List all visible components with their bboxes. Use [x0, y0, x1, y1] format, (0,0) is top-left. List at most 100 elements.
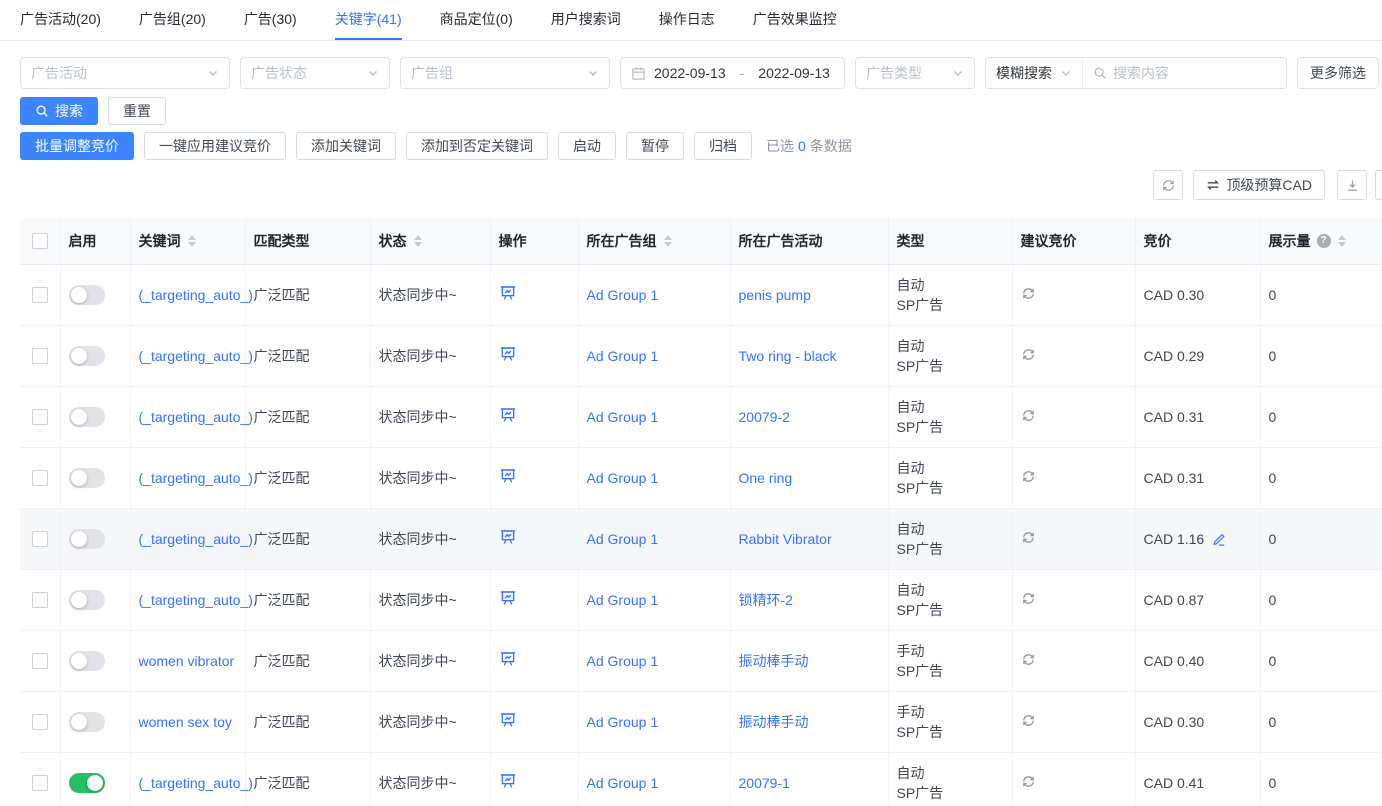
chart-board-icon[interactable]	[499, 711, 517, 729]
campaign-link[interactable]: Rabbit Vibrator	[739, 531, 832, 547]
top-budget-button[interactable]: 顶级预算CAD	[1193, 170, 1325, 200]
ad-status-select[interactable]: 广告状态	[240, 57, 390, 89]
keyword-link[interactable]: (_targeting_auto_)	[139, 592, 253, 608]
fetch-suggested-bid-icon[interactable]	[1021, 713, 1036, 728]
row-checkbox[interactable]	[32, 348, 48, 364]
chart-board-icon[interactable]	[499, 528, 517, 546]
keyword-link[interactable]: (_targeting_auto_)	[139, 531, 253, 547]
enable-toggle[interactable]	[69, 468, 105, 488]
ad-group-link[interactable]: Ad Group 1	[587, 531, 659, 547]
sort-icon[interactable]	[664, 235, 672, 247]
pause-button[interactable]: 暂停	[626, 132, 684, 160]
ad-group-link[interactable]: Ad Group 1	[587, 714, 659, 730]
fetch-suggested-bid-icon[interactable]	[1021, 286, 1036, 301]
chart-board-icon[interactable]	[499, 345, 517, 363]
row-checkbox[interactable]	[32, 409, 48, 425]
ad-group-link[interactable]: Ad Group 1	[587, 348, 659, 364]
add-negative-keywords-button[interactable]: 添加到否定关键词	[406, 132, 548, 160]
edit-bid-icon[interactable]	[1212, 532, 1226, 546]
tab-ad-performance[interactable]: 广告效果监控	[753, 0, 837, 40]
archive-button[interactable]: 归档	[694, 132, 752, 160]
row-checkbox[interactable]	[32, 653, 48, 669]
search-button[interactable]: 搜索	[20, 97, 98, 125]
date-range-picker[interactable]: 2022-09-13 - 2022-09-13	[620, 57, 845, 89]
ad-type-select[interactable]: 广告类型	[855, 57, 975, 89]
chart-board-icon[interactable]	[499, 589, 517, 607]
fetch-suggested-bid-icon[interactable]	[1021, 469, 1036, 484]
bulk-adjust-bid-button[interactable]: 批量调整竞价	[20, 132, 134, 160]
ad-group-link[interactable]: Ad Group 1	[587, 775, 659, 791]
add-keywords-button[interactable]: 添加关键词	[296, 132, 396, 160]
table-row: (_targeting_auto_) 广泛匹配 状态同步中~ Ad Group …	[20, 752, 1382, 806]
keyword-link[interactable]: women vibrator	[139, 653, 235, 669]
keyword-link[interactable]: women sex toy	[139, 714, 232, 730]
ad-group-link[interactable]: Ad Group 1	[587, 653, 659, 669]
row-checkbox[interactable]	[32, 714, 48, 730]
enable-toggle[interactable]	[69, 529, 105, 549]
more-filters-button[interactable]: 更多筛选	[1297, 57, 1379, 89]
ad-group-link[interactable]: Ad Group 1	[587, 287, 659, 303]
enable-toggle[interactable]	[69, 651, 105, 671]
select-all-checkbox[interactable]	[32, 233, 48, 249]
enable-toggle[interactable]	[69, 285, 105, 305]
ad-group-link[interactable]: Ad Group 1	[587, 409, 659, 425]
chart-board-icon[interactable]	[499, 467, 517, 485]
reset-button[interactable]: 重置	[108, 97, 166, 125]
refresh-table-button[interactable]	[1153, 170, 1183, 200]
campaign-select[interactable]: 广告活动	[20, 57, 230, 89]
chart-board-icon[interactable]	[499, 284, 517, 302]
tab-search-terms[interactable]: 用户搜索词	[551, 0, 621, 40]
campaign-link[interactable]: 振动棒手动	[739, 714, 809, 730]
ad-group-link[interactable]: Ad Group 1	[587, 470, 659, 486]
row-checkbox[interactable]	[32, 775, 48, 791]
tab-operation-log[interactable]: 操作日志	[659, 0, 715, 40]
chart-board-icon[interactable]	[499, 772, 517, 790]
enable-toggle[interactable]	[69, 712, 105, 732]
tab-keywords[interactable]: 关键字(41)	[335, 0, 402, 40]
row-checkbox[interactable]	[32, 531, 48, 547]
ad-group-link[interactable]: Ad Group 1	[587, 592, 659, 608]
tab-product-targeting[interactable]: 商品定位(0)	[440, 0, 513, 40]
enable-toggle[interactable]	[69, 773, 105, 793]
enable-button[interactable]: 启动	[558, 132, 616, 160]
campaign-link[interactable]: One ring	[739, 470, 793, 486]
tab-ad-groups[interactable]: 广告组(20)	[139, 0, 206, 40]
search-input[interactable]	[1113, 65, 1273, 81]
enable-toggle[interactable]	[69, 590, 105, 610]
help-icon[interactable]: ?	[1317, 234, 1331, 248]
enable-toggle[interactable]	[69, 346, 105, 366]
fetch-suggested-bid-icon[interactable]	[1021, 591, 1036, 606]
keyword-link[interactable]: (_targeting_auto_)	[139, 409, 253, 425]
ad-group-select[interactable]: 广告组	[400, 57, 610, 89]
keyword-link[interactable]: (_targeting_auto_)	[139, 775, 253, 791]
campaign-link[interactable]: 20079-2	[739, 409, 790, 425]
fetch-suggested-bid-icon[interactable]	[1021, 774, 1036, 789]
keyword-link[interactable]: (_targeting_auto_)	[139, 348, 253, 364]
fetch-suggested-bid-icon[interactable]	[1021, 652, 1036, 667]
fetch-suggested-bid-icon[interactable]	[1021, 530, 1036, 545]
row-checkbox[interactable]	[32, 287, 48, 303]
campaign-link[interactable]: 20079-1	[739, 775, 790, 791]
fetch-suggested-bid-icon[interactable]	[1021, 408, 1036, 423]
chart-board-icon[interactable]	[499, 650, 517, 668]
chart-board-icon[interactable]	[499, 406, 517, 424]
campaign-link[interactable]: penis pump	[739, 287, 811, 303]
download-button[interactable]	[1337, 170, 1367, 200]
row-checkbox[interactable]	[32, 470, 48, 486]
cutoff-button[interactable]	[1375, 170, 1382, 200]
sort-icon[interactable]	[188, 235, 196, 247]
sort-icon[interactable]	[1338, 235, 1346, 247]
keyword-link[interactable]: (_targeting_auto_)	[139, 470, 253, 486]
fetch-suggested-bid-icon[interactable]	[1021, 347, 1036, 362]
campaign-link[interactable]: 振动棒手动	[739, 653, 809, 669]
tab-campaigns[interactable]: 广告活动(20)	[20, 0, 101, 40]
campaign-link[interactable]: 锁精环-2	[739, 592, 793, 608]
enable-toggle[interactable]	[69, 407, 105, 427]
fuzzy-mode-select[interactable]: 模糊搜索	[986, 58, 1082, 88]
keyword-link[interactable]: (_targeting_auto_)	[139, 287, 253, 303]
sort-icon[interactable]	[414, 235, 422, 247]
apply-suggested-bid-button[interactable]: 一键应用建议竞价	[144, 132, 286, 160]
tab-ads[interactable]: 广告(30)	[244, 0, 297, 40]
campaign-link[interactable]: Two ring - black	[739, 348, 837, 364]
row-checkbox[interactable]	[32, 592, 48, 608]
